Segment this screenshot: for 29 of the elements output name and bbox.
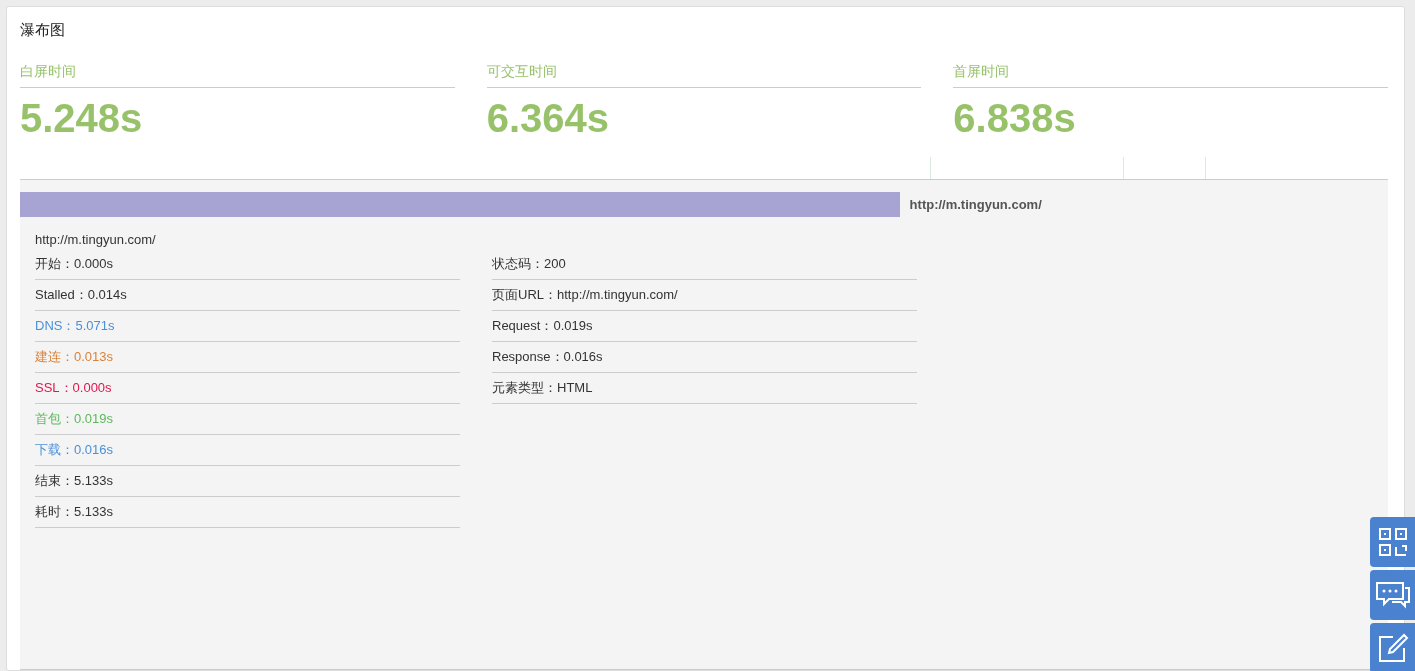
metric-label: 可交互时间 bbox=[486, 63, 922, 88]
edit-icon bbox=[1376, 632, 1409, 664]
info-row: Response：0.016s bbox=[492, 342, 917, 373]
timing-row: 开始：0.000s bbox=[35, 249, 460, 280]
info-row: 状态码：200 bbox=[492, 249, 917, 280]
info-row: 页面URL：http://m.tingyun.com/ bbox=[492, 280, 917, 311]
timing-row: SSL：0.000s bbox=[35, 373, 460, 404]
qr-code-icon bbox=[1377, 527, 1408, 557]
metric-value: 5.248s bbox=[20, 96, 144, 141]
info-row: 元素类型：HTML bbox=[492, 373, 917, 404]
resource-url: http://m.tingyun.com/ bbox=[909, 197, 1042, 212]
timing-row: Stalled：0.014s bbox=[35, 280, 460, 311]
info-row: Request：0.019s bbox=[492, 311, 917, 342]
qr-code-button[interactable] bbox=[1370, 517, 1415, 567]
metric-label: 首屏时间 bbox=[953, 63, 1388, 88]
timing-row: 下载：0.016s bbox=[35, 435, 460, 466]
metric-label: 白屏时间 bbox=[20, 63, 455, 88]
timing-row: 结束：5.133s bbox=[35, 466, 460, 497]
timing-row: 首包：0.019s bbox=[35, 404, 460, 435]
metric-value: 6.364s bbox=[486, 96, 610, 141]
detail-url: http://m.tingyun.com/ bbox=[35, 232, 157, 247]
chat-bubbles-icon bbox=[1374, 580, 1411, 610]
chat-button[interactable] bbox=[1370, 570, 1415, 620]
timing-row: DNS：5.071s bbox=[35, 311, 460, 342]
timing-row: 建连：0.013s bbox=[35, 342, 460, 373]
feedback-button[interactable] bbox=[1370, 623, 1415, 671]
metric-value: 6.838s bbox=[953, 96, 1077, 141]
panel-title: 瀑布图 bbox=[20, 20, 66, 40]
timing-row: 耗时：5.133s bbox=[35, 497, 460, 528]
